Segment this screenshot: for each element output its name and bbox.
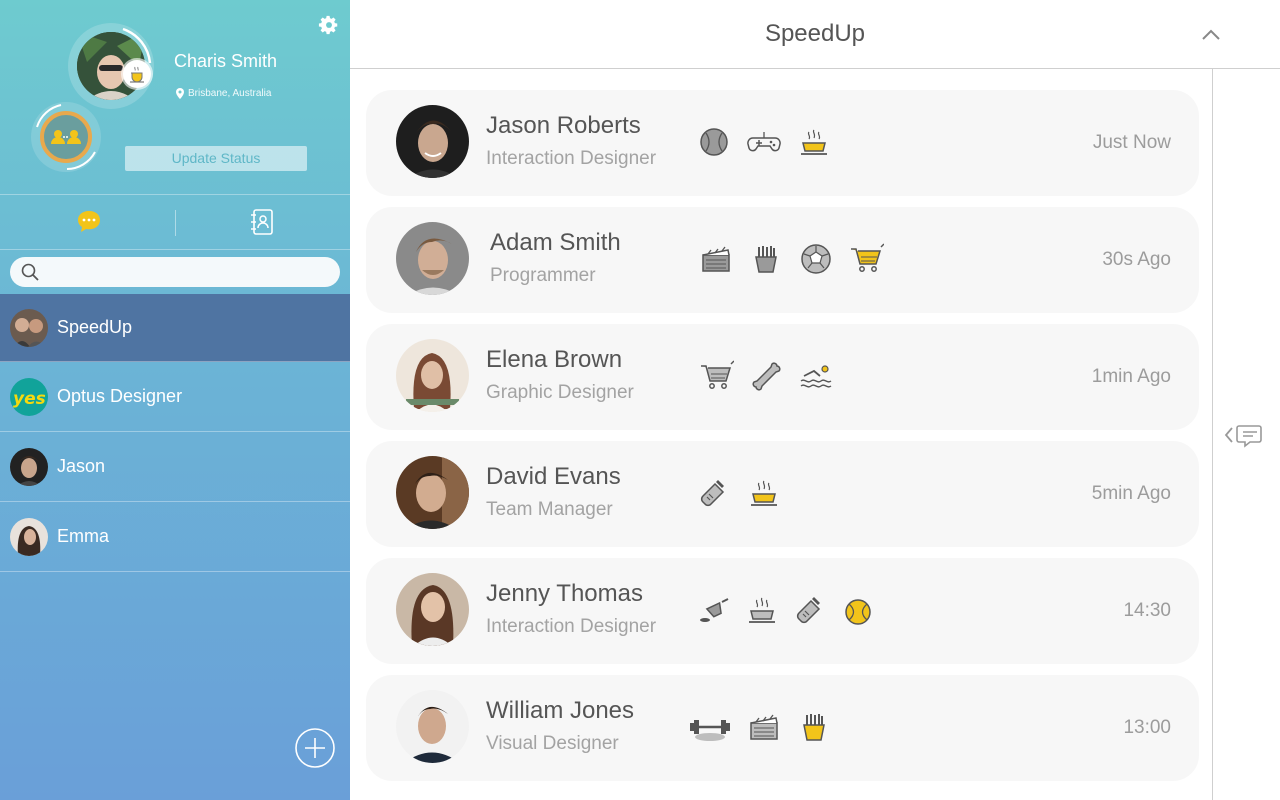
tab-divider xyxy=(175,210,176,236)
chat-list: SpeedUp yes Optus Designer Jason Emma xyxy=(0,294,350,572)
chat-item-jason[interactable]: Jason xyxy=(0,432,350,502)
interest-icons xyxy=(696,122,832,162)
person-role: Visual Designer xyxy=(486,733,619,754)
search-input[interactable] xyxy=(50,262,330,282)
chat-item-optus-designer[interactable]: yes Optus Designer xyxy=(0,362,350,432)
sidebar: Charis Smith Brisbane, Australia Update … xyxy=(0,0,350,800)
open-chat-panel-icon[interactable] xyxy=(1218,420,1266,450)
search-icon xyxy=(21,263,39,281)
timestamp: Just Now xyxy=(1092,132,1171,153)
chevron-up-icon[interactable] xyxy=(1200,26,1222,44)
person-role: Interaction Designer xyxy=(486,616,657,637)
baseball-icon xyxy=(700,128,728,156)
soccer-ball-icon xyxy=(801,244,831,274)
group-avatar[interactable] xyxy=(40,111,92,163)
gamepad-icon xyxy=(747,132,781,152)
person-card[interactable]: Jenny Thomas Interaction Designer 14:30 xyxy=(366,558,1199,664)
clapperboard-icon xyxy=(750,714,778,740)
avatar xyxy=(10,517,48,556)
swimming-icon xyxy=(800,365,832,388)
interest-icons xyxy=(698,356,834,396)
interest-icons xyxy=(696,590,876,630)
search-bar xyxy=(10,257,340,287)
baby-bottle-icon xyxy=(796,597,821,624)
avatar: yes xyxy=(10,377,48,416)
person-card[interactable]: Adam Smith Programmer 30s Ago xyxy=(366,207,1199,313)
shopping-cart-icon xyxy=(701,360,734,389)
interest-icons xyxy=(698,239,884,279)
person-name: William Jones xyxy=(486,697,635,724)
chat-item-speedup[interactable]: SpeedUp xyxy=(0,294,350,362)
timestamp: 1min Ago xyxy=(1091,366,1171,387)
fries-icon xyxy=(755,246,777,273)
chat-item-label: SpeedUp xyxy=(57,317,133,337)
coffee-icon xyxy=(751,480,777,506)
update-status-button[interactable]: Update Status xyxy=(125,146,307,171)
person-role: Interaction Designer xyxy=(486,148,657,169)
gear-icon[interactable] xyxy=(318,14,340,36)
avatar xyxy=(10,447,48,486)
person-name: Jason Roberts xyxy=(486,112,641,139)
coffee-icon xyxy=(801,129,827,155)
profile-name: Charis Smith xyxy=(174,51,278,71)
people-list: Jason Roberts Interaction Designer Just … xyxy=(366,90,1199,792)
avatar xyxy=(10,308,48,347)
bone-icon xyxy=(752,362,781,391)
person-name: David Evans xyxy=(486,463,621,490)
main-panel: SpeedUp Jason Roberts Interaction Design… xyxy=(350,0,1280,800)
person-card[interactable]: Jason Roberts Interaction Designer Just … xyxy=(366,90,1199,196)
avatar xyxy=(396,105,469,178)
person-role: Team Manager xyxy=(486,499,613,520)
chat-item-label: Optus Designer xyxy=(57,386,183,406)
timestamp: 30s Ago xyxy=(1102,249,1171,270)
avatar xyxy=(396,222,469,295)
avatar xyxy=(396,456,469,529)
person-name: Jenny Thomas xyxy=(486,580,643,607)
profile-panel: Charis Smith Brisbane, Australia Update … xyxy=(0,0,350,195)
avatar xyxy=(396,573,469,646)
clapperboard-icon xyxy=(702,246,730,272)
person-role: Graphic Designer xyxy=(486,382,634,403)
interest-icons xyxy=(688,707,832,747)
person-role: Programmer xyxy=(490,265,596,286)
contacts-book-icon[interactable] xyxy=(249,208,275,236)
location-pin-icon xyxy=(176,88,184,99)
timestamp: 13:00 xyxy=(1123,717,1171,738)
interest-icons xyxy=(696,473,782,513)
chat-item-emma[interactable]: Emma xyxy=(0,502,350,572)
person-card[interactable]: David Evans Team Manager 5min Ago xyxy=(366,441,1199,547)
baby-bottle-icon xyxy=(700,480,725,507)
shopping-cart-icon xyxy=(851,243,884,272)
dumbbell-icon xyxy=(690,720,730,741)
divider xyxy=(1212,69,1213,800)
avatar xyxy=(396,690,469,763)
coffee-status-icon xyxy=(123,60,151,88)
app-window: Charis Smith Brisbane, Australia Update … xyxy=(0,0,1280,800)
person-name: Elena Brown xyxy=(486,346,623,373)
header: SpeedUp xyxy=(350,0,1280,69)
avatar xyxy=(396,339,469,412)
person-card[interactable]: Elena Brown Graphic Designer 1min Ago xyxy=(366,324,1199,430)
tennis-ball-icon xyxy=(845,599,871,625)
group-avatar-ring xyxy=(31,102,101,172)
sidebar-tabs xyxy=(0,196,350,250)
person-card[interactable]: William Jones Visual Designer 13:00 xyxy=(366,675,1199,781)
chat-bubble-icon[interactable] xyxy=(75,208,103,236)
coffee-icon xyxy=(749,597,775,623)
chat-item-label: Emma xyxy=(57,526,110,546)
watering-can-icon xyxy=(700,598,729,622)
chat-item-label: Jason xyxy=(57,456,106,476)
fries-icon xyxy=(803,714,825,741)
profile-location-text: Brisbane, Australia xyxy=(188,88,272,99)
timestamp: 5min Ago xyxy=(1091,483,1171,504)
svg-text:yes: yes xyxy=(13,389,46,409)
page-title: SpeedUp xyxy=(764,20,866,47)
timestamp: 14:30 xyxy=(1123,600,1171,621)
person-name: Adam Smith xyxy=(490,229,621,256)
add-icon[interactable] xyxy=(295,728,335,768)
profile-location: Brisbane, Australia xyxy=(176,88,271,99)
